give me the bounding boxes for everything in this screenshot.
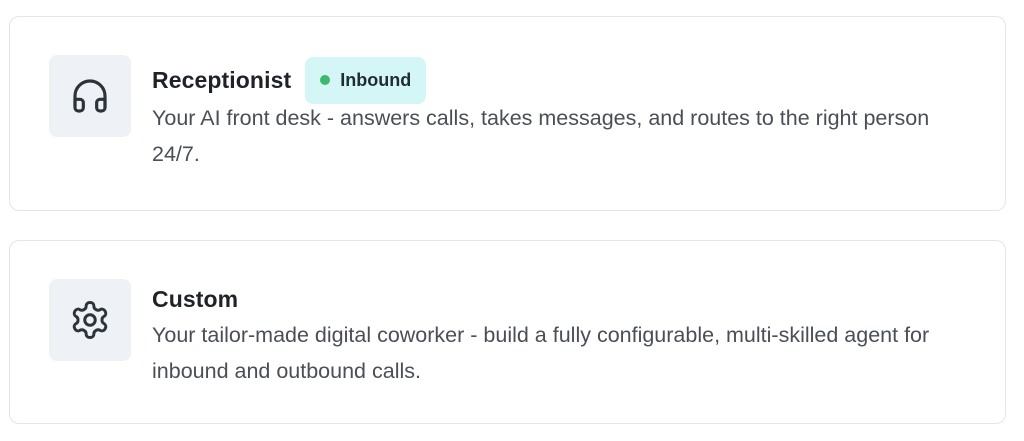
agent-card-text: Custom Your tailor-made digital coworker… [152, 283, 965, 389]
agent-card-receptionist[interactable]: Receptionist Inbound Your AI front desk … [9, 16, 1006, 211]
status-dot-icon [320, 75, 331, 85]
agent-icon-tile [49, 279, 131, 361]
agent-title-row: Custom [152, 283, 965, 315]
agent-icon-tile [49, 55, 131, 137]
badge-label: Inbound [340, 69, 412, 90]
agent-card-custom[interactable]: Custom Your tailor-made digital coworker… [9, 240, 1006, 424]
inbound-badge: Inbound [305, 56, 427, 104]
agent-title-row: Receptionist Inbound [152, 56, 965, 104]
gear-icon [72, 301, 108, 339]
agent-title: Receptionist [152, 67, 292, 93]
agent-title: Custom [152, 286, 239, 312]
agent-card-text: Receptionist Inbound Your AI front desk … [152, 56, 965, 172]
headphones-icon [73, 79, 107, 113]
agent-description: Your AI front desk - answers calls, take… [152, 106, 930, 166]
agent-description: Your tailor-made digital coworker - buil… [152, 323, 930, 383]
